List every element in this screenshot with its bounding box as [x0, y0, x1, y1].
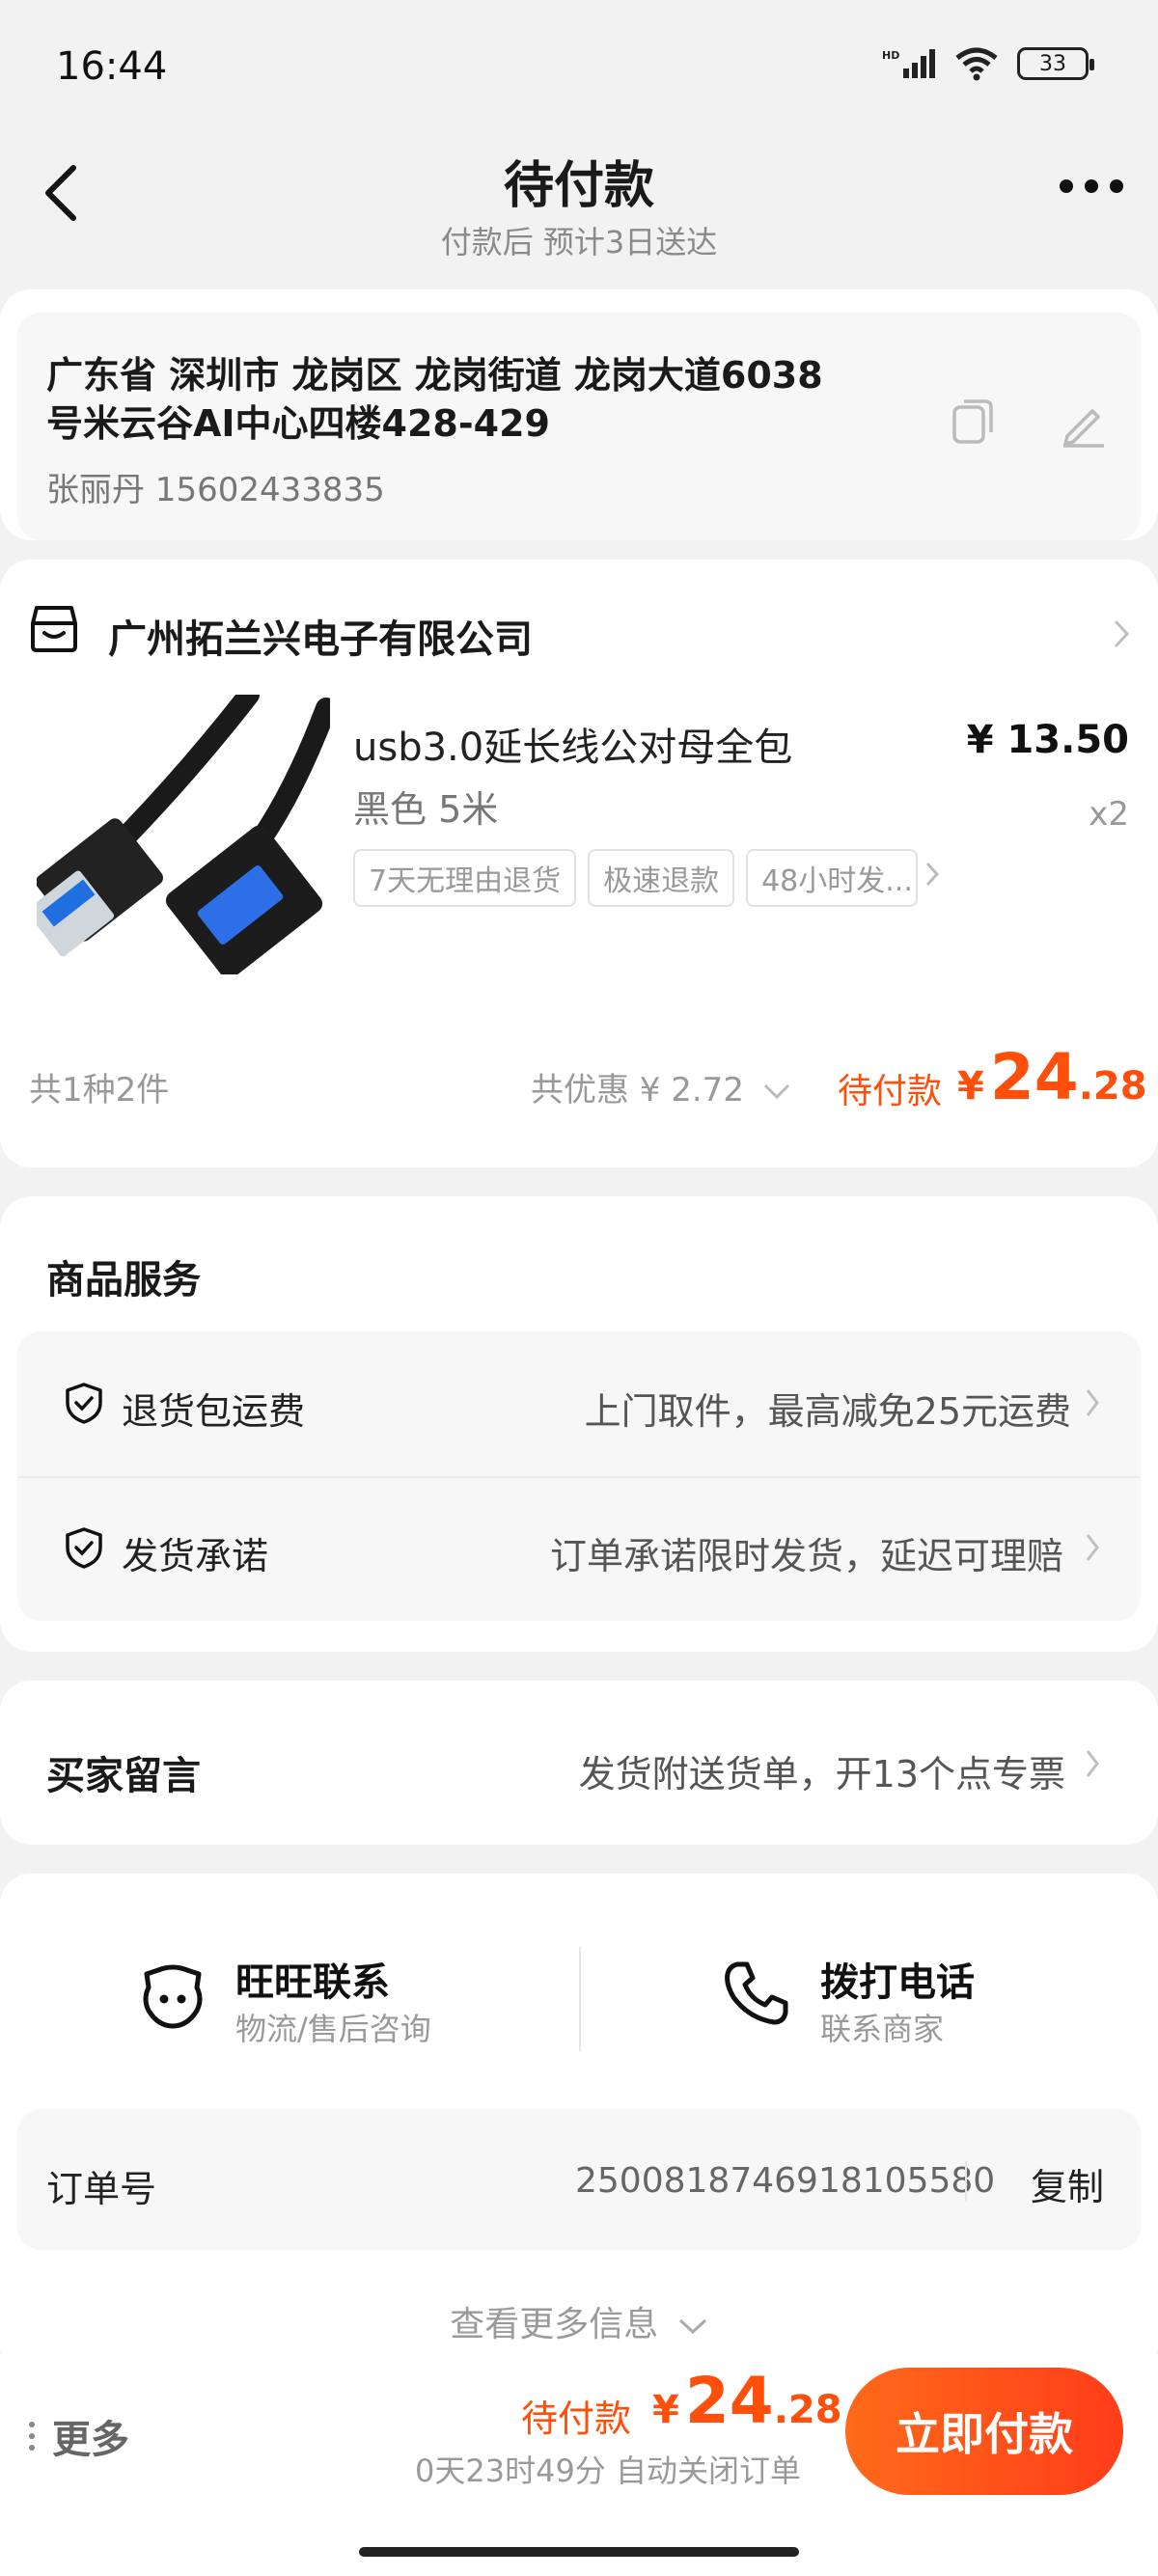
bottom-pending-label: 待付款 [521, 2398, 632, 2440]
tag-return: 7天无理由退货 [353, 849, 577, 907]
svg-text:HD: HD [882, 49, 899, 62]
wifi-icon [955, 47, 998, 81]
store-chevron-right-icon[interactable] [1112, 617, 1131, 650]
recipient-info: 张丽丹 15602433835 [46, 471, 385, 509]
call-subtitle: 联系商家 [820, 2011, 945, 2047]
order-number-label: 订单号 [46, 2168, 157, 2210]
amount-decimal: .28 [773, 2388, 842, 2432]
address-line-1: 广东省 深圳市 龙岗区 龙岗街道 龙岗大道6038 [46, 354, 823, 397]
status-icons: HD 33 [882, 46, 1094, 81]
chevron-right-icon[interactable] [1085, 1532, 1100, 1563]
buyer-message-label: 买家留言 [46, 1754, 201, 1798]
battery-level: 33 [1039, 51, 1066, 76]
pending-payment-label: 待付款 [838, 1072, 943, 1111]
service-desc: 订单承诺限时发货，延迟可理赔 [549, 1535, 1063, 1577]
phone-icon [725, 1961, 788, 2025]
more-button-label: 更多 [52, 2418, 129, 2462]
discount-summary[interactable]: 共优惠 ¥ 2.72 [531, 1063, 791, 1110]
more-button[interactable]: 更多 [29, 2408, 129, 2464]
auto-close-countdown: 0天23时49分 自动关闭订单 [415, 2453, 801, 2489]
buyer-message-value: 发货附送货单，开13个点专票 [578, 1753, 1065, 1795]
product-spec: 黑色 5米 [353, 788, 499, 831]
tag-refund: 极速退款 [588, 849, 735, 907]
home-indicator[interactable] [359, 2547, 799, 2557]
bottom-pending-amount: ¥24.28 [652, 2364, 842, 2438]
service-desc: 上门取件，最高减免25元运费 [584, 1390, 1071, 1433]
amount-integer: 24 [684, 2364, 774, 2438]
signal-icon: HD [882, 49, 935, 78]
chevron-down-icon [763, 1083, 789, 1100]
item-count: 共1种2件 [29, 1071, 170, 1110]
wangwang-subtitle: 物流/售后咨询 [235, 2011, 431, 2047]
product-quantity: x2 [1089, 795, 1129, 834]
currency-symbol: ¥ [957, 1064, 984, 1109]
call-title: 拨打电话 [820, 1960, 975, 2005]
copy-order-button[interactable]: 复制 [1031, 2157, 1104, 2210]
currency-symbol: ¥ [652, 2388, 679, 2432]
discount-text: 共优惠 ¥ 2.72 [531, 1071, 744, 1110]
shield-check-icon [66, 1383, 102, 1424]
page-title: 待付款 [503, 157, 654, 215]
service-label: 退货包运费 [122, 1390, 306, 1433]
view-more-info[interactable]: 查看更多信息 [0, 2296, 1158, 2346]
chevron-down-icon [678, 2318, 706, 2335]
product-image[interactable] [37, 695, 330, 974]
divider [965, 2161, 967, 2202]
divider [579, 1947, 581, 2051]
order-number: 2500818746918105580 [575, 2161, 996, 2201]
more-options-icon[interactable] [1060, 179, 1123, 193]
battery-icon: 33 [1017, 47, 1094, 80]
copy-icon[interactable] [951, 397, 994, 446]
tags-chevron-right-icon[interactable] [924, 861, 940, 888]
wangwang-icon [143, 1964, 203, 2029]
address-line-2: 号米云谷AI中心四楼428-429 [46, 402, 550, 445]
pay-now-button[interactable]: 立即付款 [845, 2368, 1123, 2495]
wangwang-title: 旺旺联系 [235, 1960, 390, 2005]
shield-check-icon [66, 1527, 102, 1569]
page-subtitle: 付款后 预计3日送达 [440, 224, 718, 260]
chevron-right-icon[interactable] [1085, 1748, 1100, 1779]
amount-integer: 24 [989, 1040, 1079, 1114]
chevron-right-icon[interactable] [1085, 1387, 1100, 1418]
product-price: ¥ 13.50 [966, 718, 1129, 762]
services-title: 商品服务 [46, 1258, 201, 1302]
vertical-dots-icon [29, 2422, 35, 2451]
service-tags[interactable]: 7天无理由退货 极速退款 48小时发... [353, 849, 919, 907]
amount-decimal: .28 [1078, 1064, 1147, 1109]
store-name[interactable]: 广州拓兰兴电子有限公司 [108, 608, 533, 664]
tag-shipping: 48小时发... [746, 849, 919, 907]
status-time: 16:44 [56, 44, 168, 89]
service-label: 发货承诺 [122, 1535, 269, 1577]
order-detail-page: 16:44 HD 33 待付款 付款后 预计3日送达 广东省 深圳市 龙岗区 龙… [0, 0, 1158, 2576]
store-icon [31, 606, 77, 652]
product-title[interactable]: usb3.0延长线公对母全包 [353, 716, 792, 772]
edit-icon[interactable] [1060, 399, 1108, 448]
pending-payment-amount: ¥24.28 [957, 1040, 1147, 1114]
view-more-text: 查看更多信息 [450, 2305, 659, 2344]
